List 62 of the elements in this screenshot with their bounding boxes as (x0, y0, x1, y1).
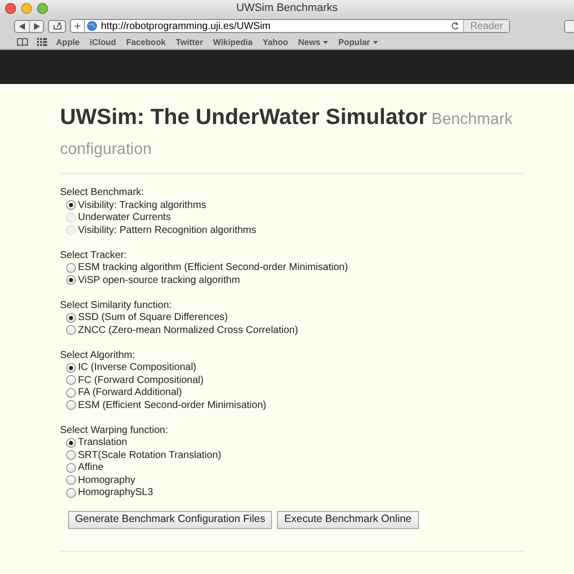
radio-button[interactable] (66, 388, 76, 398)
radio-button[interactable] (66, 275, 76, 286)
grid-icon[interactable] (37, 38, 47, 46)
share-button[interactable] (48, 20, 66, 32)
radio-button[interactable] (66, 262, 76, 273)
bookmark-item[interactable]: Apple (56, 36, 80, 48)
radio-button[interactable] (66, 200, 76, 210)
radio-button[interactable] (66, 438, 76, 448)
option-label: SSD (Sum of Square Differences) (78, 311, 228, 326)
radio-button[interactable] (66, 475, 76, 486)
radio-button[interactable] (66, 488, 76, 498)
option-label: FC (Forward Compositional) (78, 374, 204, 388)
option-label: HomographySL3 (78, 486, 154, 500)
forward-arrow-icon (34, 22, 40, 30)
bookmark-item[interactable]: News (298, 36, 328, 48)
group-label: Select Similarity function: (60, 298, 173, 312)
bookmark-item[interactable]: iCloud (90, 36, 116, 48)
form-button[interactable]: Generate Benchmark Configuration Files (68, 511, 272, 529)
group-label: Select Warping function: (60, 424, 170, 436)
address-field[interactable]: http://robotprogramming.uji.es/UWSim (101, 18, 452, 34)
group-label: Select Algorithm: (60, 348, 136, 362)
radio-button[interactable] (66, 312, 76, 323)
option-label: ESM tracking algorithm (Efficient Second-order Minimisation) (78, 261, 348, 276)
option-label: ESM (Efficient Second-order Minimisation) (78, 398, 266, 413)
radio-button[interactable] (66, 400, 76, 410)
book-icon[interactable] (17, 38, 28, 46)
option-label: SRT(Scale Rotation Translation) (78, 448, 222, 462)
back-arrow-icon (19, 22, 25, 30)
option-label: IC (Inverse Compositional) (78, 361, 196, 376)
radio-button[interactable] (66, 462, 76, 473)
radio-button[interactable] (66, 325, 76, 336)
page-heading: UWSim: The UnderWater Simulator Benchmark configuration (60, 103, 514, 160)
toolbar-button[interactable] (564, 20, 574, 32)
bookmark-item[interactable]: Wikipedia (213, 36, 253, 48)
radio-button[interactable] (66, 362, 76, 373)
radio-button[interactable] (66, 375, 76, 386)
option-label: Affine (78, 461, 104, 476)
bookmark-item[interactable]: Facebook (126, 36, 166, 48)
bookmark-item[interactable]: Yahoo (262, 36, 288, 48)
option-label: Translation (78, 436, 128, 450)
option-label: ZNCC (Zero-mean Normalized Cross Correlation) (78, 324, 298, 338)
zoom-button[interactable] (37, 3, 48, 14)
bookmark-item[interactable]: Twitter (176, 36, 203, 48)
close-button[interactable] (5, 3, 16, 14)
minimize-button[interactable] (21, 3, 32, 14)
window-title: UWSim Benchmarks (236, 1, 338, 16)
reload-icon[interactable] (451, 22, 460, 30)
form-button[interactable]: Execute Benchmark Online (277, 511, 418, 529)
radio-button[interactable] (66, 450, 76, 460)
add-button[interactable]: + (71, 20, 85, 32)
option-label: Visibility: Pattern Recognition algorithms (78, 224, 256, 238)
option-label: Underwater Currents (78, 211, 171, 226)
option-label: ViSP open-source tracking algorithm (78, 274, 240, 288)
group-label: Select Tracker: (60, 248, 128, 262)
group-label: Select Benchmark: (60, 186, 145, 199)
option-label: FA (Forward Additional) (78, 386, 182, 400)
option-label: Homography (78, 474, 136, 488)
bookmark-item[interactable]: Popular (338, 36, 378, 48)
option-label: Visibility: Tracking algorithms (78, 198, 206, 212)
globe-icon (87, 21, 97, 31)
share-icon (52, 22, 62, 30)
reader-button[interactable]: Reader (463, 20, 509, 32)
